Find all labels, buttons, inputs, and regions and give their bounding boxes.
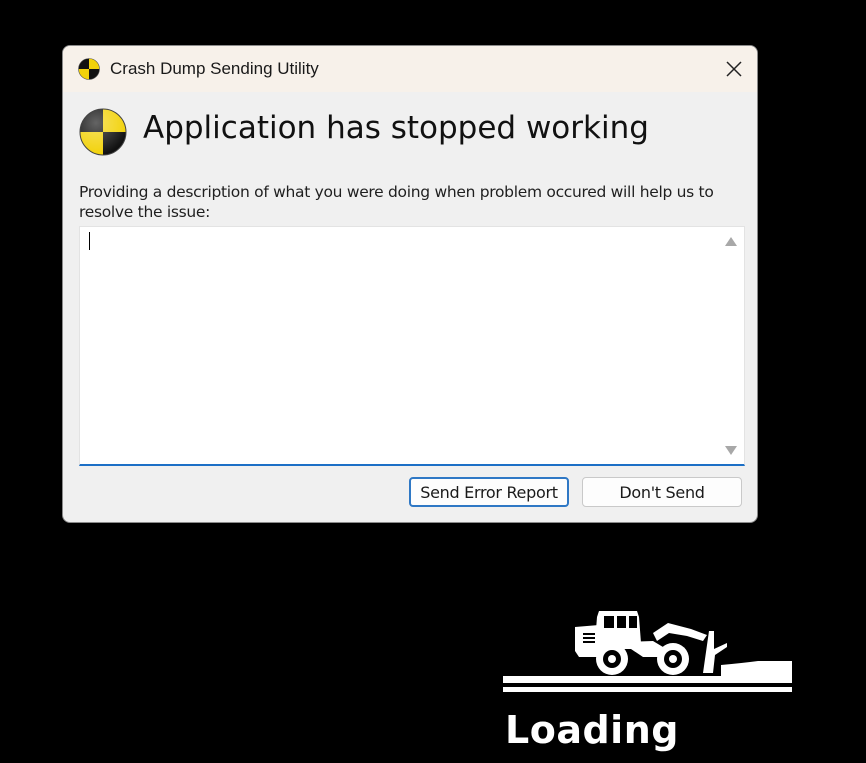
error-heading: Application has stopped working <box>143 110 649 146</box>
dont-send-button[interactable]: Don't Send <box>582 477 742 507</box>
loading-label: Loading <box>505 708 679 752</box>
scroll-down-arrow-icon[interactable] <box>724 445 738 457</box>
wheel-loader-icon <box>503 611 792 692</box>
description-textarea[interactable] <box>80 227 716 463</box>
vertical-scrollbar[interactable] <box>718 227 744 463</box>
title-bar: Crash Dump Sending Utility <box>63 46 757 92</box>
crash-test-dummy-icon <box>79 108 127 156</box>
description-label: Providing a description of what you were… <box>79 183 714 221</box>
send-error-report-button[interactable]: Send Error Report <box>409 477 569 507</box>
scroll-up-arrow-icon[interactable] <box>724 235 738 247</box>
close-icon[interactable] <box>719 54 749 84</box>
description-textarea-container <box>79 226 745 466</box>
window-title: Crash Dump Sending Utility <box>110 59 319 78</box>
crash-test-dummy-icon <box>78 58 100 80</box>
text-caret <box>89 232 90 250</box>
crash-dialog: Crash Dump Sending Utility Application h… <box>62 45 758 523</box>
